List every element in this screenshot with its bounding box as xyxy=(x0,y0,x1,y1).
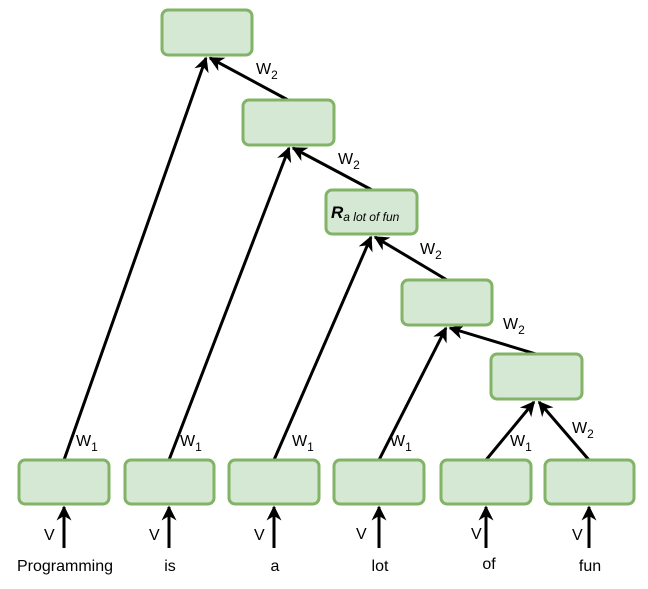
word-fun: fun xyxy=(579,558,601,575)
input-arrows xyxy=(56,505,597,548)
leaf-node-a[interactable] xyxy=(227,458,321,506)
word-lot: lot xyxy=(372,558,389,575)
node-root[interactable] xyxy=(160,8,254,57)
w2-label: W2 xyxy=(256,61,278,82)
node-is-a-lot-of-fun[interactable] xyxy=(241,98,336,147)
w2-label: W2 xyxy=(338,151,360,172)
word-a: a xyxy=(271,558,280,575)
edge-a-to-rnode xyxy=(272,235,373,461)
edge-rnode-to-node2 xyxy=(291,146,373,192)
v-label: V xyxy=(471,526,482,543)
w2-label: W2 xyxy=(503,316,525,337)
leaf-node-lot[interactable] xyxy=(332,458,426,506)
r-subscript: a lot of fun xyxy=(343,210,399,224)
w1-label: W1 xyxy=(180,433,202,454)
w1-label: W1 xyxy=(390,433,412,454)
w1-label: W1 xyxy=(292,433,314,454)
v-label: V xyxy=(254,527,265,544)
v-label: V xyxy=(149,527,160,544)
leaf-node-is[interactable] xyxy=(123,458,216,506)
edge-programming-to-root xyxy=(62,56,209,461)
v-label: V xyxy=(572,527,583,544)
leaf-node-programming[interactable] xyxy=(17,458,111,506)
word-programming: Programming xyxy=(17,558,113,575)
node-lot-of-fun[interactable] xyxy=(400,278,494,327)
word-is: is xyxy=(164,558,176,575)
w1-labels: W1 W1 W1 W1 W1 xyxy=(76,433,532,454)
node-of-fun[interactable] xyxy=(489,352,584,401)
nodes xyxy=(17,8,636,506)
w1-label: W1 xyxy=(510,433,532,454)
word-of: of xyxy=(482,556,496,573)
leaf-node-fun[interactable] xyxy=(543,458,636,506)
edge-is-to-node2 xyxy=(167,146,292,461)
v-label: V xyxy=(44,527,55,544)
leaf-node-of[interactable] xyxy=(439,458,533,506)
v-label: V xyxy=(356,526,367,543)
input-words: Programming is a lot of fun xyxy=(17,556,601,575)
w2-label: W2 xyxy=(420,241,442,262)
v-labels: V V V V V V xyxy=(44,526,583,544)
w2-label: W2 xyxy=(572,420,594,441)
w1-label: W1 xyxy=(76,433,98,454)
r-symbol: R xyxy=(331,203,344,222)
recursive-nn-diagram: Ra lot of fun W2 W2 W2 W2 W2 W1 W1 W1 W1… xyxy=(17,8,636,575)
